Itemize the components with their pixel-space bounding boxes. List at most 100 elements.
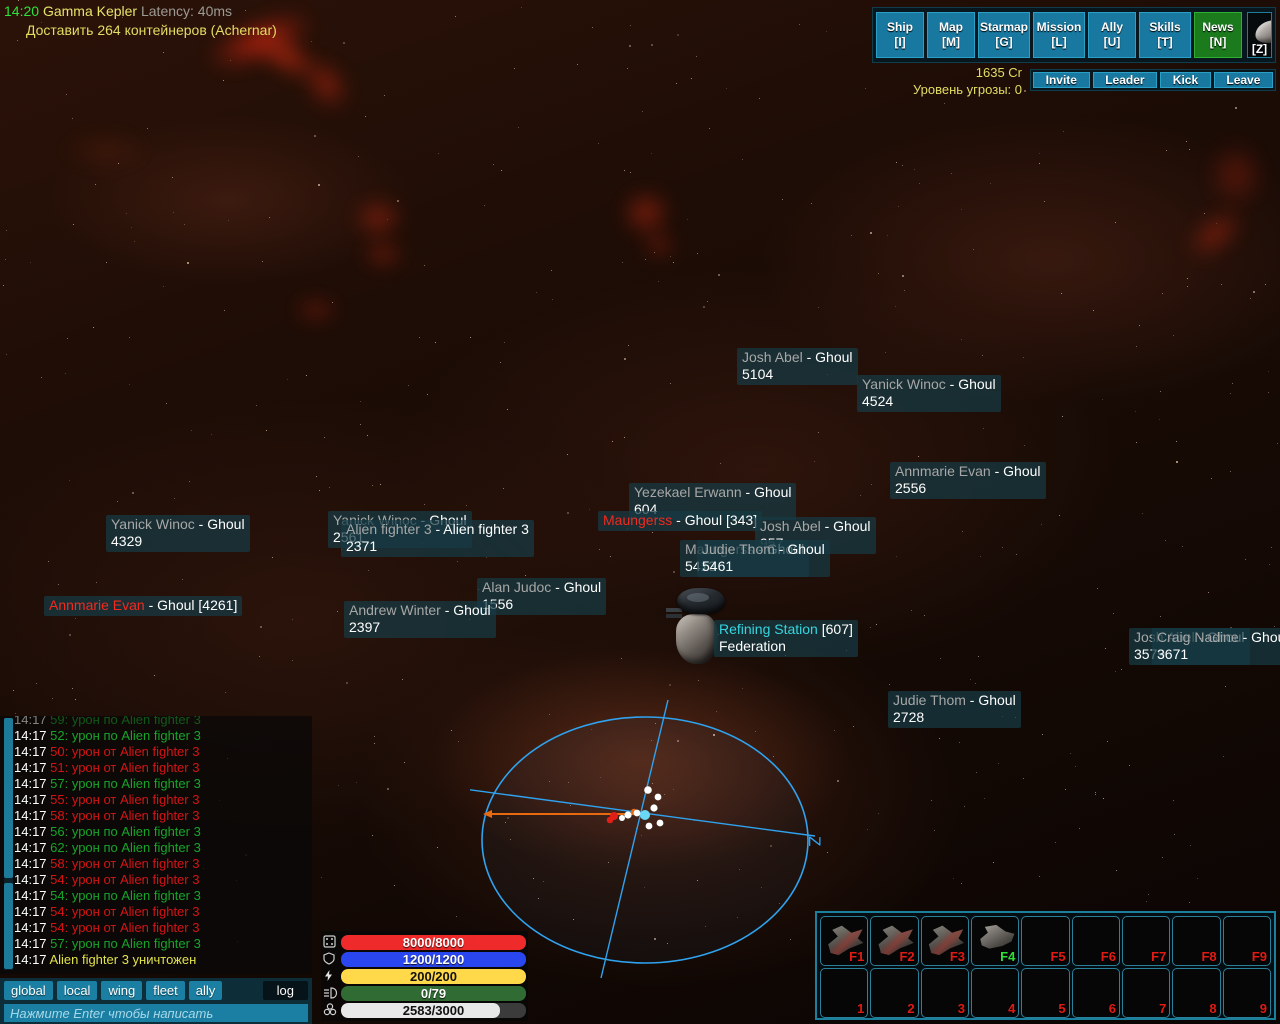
chat-tab-local[interactable]: local	[56, 981, 98, 1000]
nameplate-type: - Ghoul	[194, 516, 245, 532]
nameplate-name: Maungerss	[603, 512, 673, 528]
party-button-leader[interactable]: Leader	[1092, 72, 1158, 88]
chat-tab-ally[interactable]: ally	[188, 981, 223, 1000]
hotbar-slot-f8[interactable]: F8	[1172, 916, 1221, 966]
party-button-leave[interactable]: Leave	[1213, 72, 1274, 88]
nameplate[interactable]: Annmarie Evan - Ghoul [4261]	[44, 596, 243, 616]
ship-vitals-panel: 8000/8000 1200/1200 200/200 0/79 2583/3000	[321, 931, 528, 1021]
menu-button-news[interactable]: News [N]	[1194, 12, 1242, 58]
nameplate-name: Yanick Winoc	[111, 516, 195, 532]
chat-tab-wing[interactable]: wing	[101, 981, 143, 1000]
party-button-invite[interactable]: Invite	[1033, 72, 1090, 88]
hotbar-slot-f4[interactable]: F4	[970, 916, 1020, 966]
chat-scroll-thumb[interactable]	[4, 718, 13, 878]
nameplate[interactable]: Josh Abel - Ghoul 5104	[737, 348, 858, 385]
menu-button-map[interactable]: Map [M]	[927, 12, 975, 58]
menu-button-skills[interactable]: Skills [T]	[1139, 12, 1191, 58]
chat-tab-fleet[interactable]: fleet	[146, 981, 185, 1000]
hotbar-slot-f7[interactable]: F7	[1121, 916, 1171, 966]
hotbar-slot-1[interactable]: 1	[820, 968, 869, 1018]
chat-line-text: урон по Alien fighter 3	[71, 824, 201, 839]
nameplate[interactable]: Judie Thom - Ghoul 5461	[697, 540, 830, 577]
chat-scrollbar[interactable]	[4, 718, 13, 970]
nameplate[interactable]: Craig Nadine - Ghoul 3671	[1152, 628, 1280, 665]
nameplate[interactable]: Annmarie Evan - Ghoul 2556	[890, 462, 1046, 499]
nameplate-type: - Ghoul [4261]	[144, 597, 238, 613]
hotbar-slot-f5[interactable]: F5	[1021, 916, 1070, 966]
chat-line: 14:17 Alien fighter 3 уничтожен	[14, 952, 312, 968]
nameplate[interactable]: Judie Thom - Ghoul 2728	[888, 691, 1021, 728]
menu-button-label: Mission	[1036, 20, 1082, 34]
station-id: [607]	[821, 621, 853, 637]
nameplate[interactable]: Andrew Winter - Ghoul 2397	[344, 601, 496, 638]
chat-line-time: 14:17	[14, 824, 51, 839]
chat-tab-log[interactable]: log	[262, 981, 308, 1000]
hud-status-line: 14:20 Gamma Kepler Latency: 40ms Достави…	[4, 2, 277, 40]
nameplate-type: - Ghoul [343]	[672, 512, 758, 528]
vital-row: 2583/3000	[323, 1002, 526, 1018]
hotbar-slot-key: 6	[1108, 1001, 1116, 1016]
vital-bar: 0/79	[341, 985, 526, 1001]
menu-button-key: [N]	[1209, 35, 1227, 49]
hotbar-slot-5[interactable]: 5	[1021, 968, 1070, 1018]
hotbar-slot-9[interactable]: 9	[1222, 968, 1271, 1018]
nameplate[interactable]: Yanick Winoc - Ghoul 4524	[857, 375, 1001, 412]
nameplate-name: Alan Judoc	[482, 579, 552, 595]
hotbar-slot-f3[interactable]: F3	[920, 916, 969, 966]
chat-line-value: 54:	[50, 920, 72, 935]
nameplate-hp: 2371	[346, 538, 378, 554]
hotbar-slot-3[interactable]: 3	[920, 968, 969, 1018]
hotbar-slot-f2[interactable]: F2	[870, 916, 919, 966]
station-arm	[666, 608, 682, 612]
nameplate-type: - Ghoul	[1242, 629, 1280, 645]
party-button-kick[interactable]: Kick	[1160, 72, 1211, 88]
fuel-icon	[323, 1002, 341, 1018]
hotbar-slot-key: 9	[1259, 1001, 1267, 1016]
hotbar-slot-key: F3	[949, 949, 965, 964]
nameplate[interactable]: Alan Judoc - Ghoul 1556	[477, 578, 607, 615]
chat-line-time: 14:17	[14, 840, 51, 855]
chat-line-text: урон от Alien fighter 3	[71, 872, 200, 887]
hotbar-slot-f9[interactable]: F9	[1222, 916, 1271, 966]
chat-tab-global[interactable]: global	[4, 981, 53, 1000]
hotbar-slot-7[interactable]: 7	[1121, 968, 1171, 1018]
nameplate-name: Yezekael Erwann	[634, 484, 742, 500]
nameplate-type: - Ghoul	[820, 518, 871, 534]
menu-button-key: [U]	[1103, 35, 1121, 49]
hotbar-slot-key: F5	[1050, 949, 1066, 964]
hotbar-slot-f1[interactable]: F1	[820, 916, 869, 966]
clock: 14:20	[4, 3, 40, 19]
hotbar-slot-4[interactable]: 4	[970, 968, 1020, 1018]
nameplate[interactable]: Maungerss - Ghoul [343]	[598, 511, 763, 531]
menu-button-mission[interactable]: Mission [L]	[1033, 12, 1085, 58]
nameplate-hp: 1556	[482, 596, 514, 612]
chat-line-text: урон от Alien fighter 3	[71, 920, 200, 935]
vital-bar-label: 8000/8000	[402, 934, 465, 950]
menu-button-ally[interactable]: Ally [U]	[1088, 12, 1136, 58]
asteroid-icon-button[interactable]: [Z]	[1247, 12, 1272, 58]
hotbar-slot-2[interactable]: 2	[870, 968, 919, 1018]
nebula-wisp	[60, 130, 150, 170]
hotbar-slot-key: 1	[857, 1001, 865, 1016]
hotbar-slot-key: 5	[1058, 1001, 1066, 1016]
hotbar-slot-f6[interactable]: F6	[1071, 916, 1120, 966]
station-nameplate[interactable]: Refining Station [607] Federation	[714, 620, 858, 657]
chat-scroll-thumb-lower[interactable]	[4, 883, 13, 969]
menu-button-ship[interactable]: Ship [I]	[876, 12, 924, 58]
chat-line-text: урон от Alien fighter 3	[71, 792, 200, 807]
chat-line: 14:17 55: урон от Alien fighter 3	[14, 792, 312, 808]
chat-line-text: урон от Alien fighter 3	[71, 904, 200, 919]
nameplate[interactable]: Alien fighter 3 - Alien fighter 3 2371	[341, 520, 534, 557]
vital-bar-label: 2583/3000	[402, 1002, 465, 1018]
hotbar-slot-6[interactable]: 6	[1071, 968, 1120, 1018]
chat-line: 14:17 58: урон от Alien fighter 3	[14, 808, 312, 824]
chat-log-panel[interactable]: 14:17 59: урон по Alien fighter 3 14:17 5…	[0, 716, 312, 974]
chat-input[interactable]: Нажмите Enter чтобы написать	[4, 1004, 308, 1022]
vital-bar-label: 1200/1200	[402, 951, 465, 967]
chat-line-text: урон по Alien fighter 3	[71, 936, 201, 951]
nameplate[interactable]: Yanick Winoc - Ghoul 4329	[106, 515, 250, 552]
menu-button-starmap[interactable]: Starmap [G]	[978, 12, 1030, 58]
hotbar-slot-8[interactable]: 8	[1172, 968, 1221, 1018]
chat-line-text: урон от Alien fighter 3	[71, 808, 200, 823]
menu-button-key: [T]	[1157, 35, 1173, 49]
